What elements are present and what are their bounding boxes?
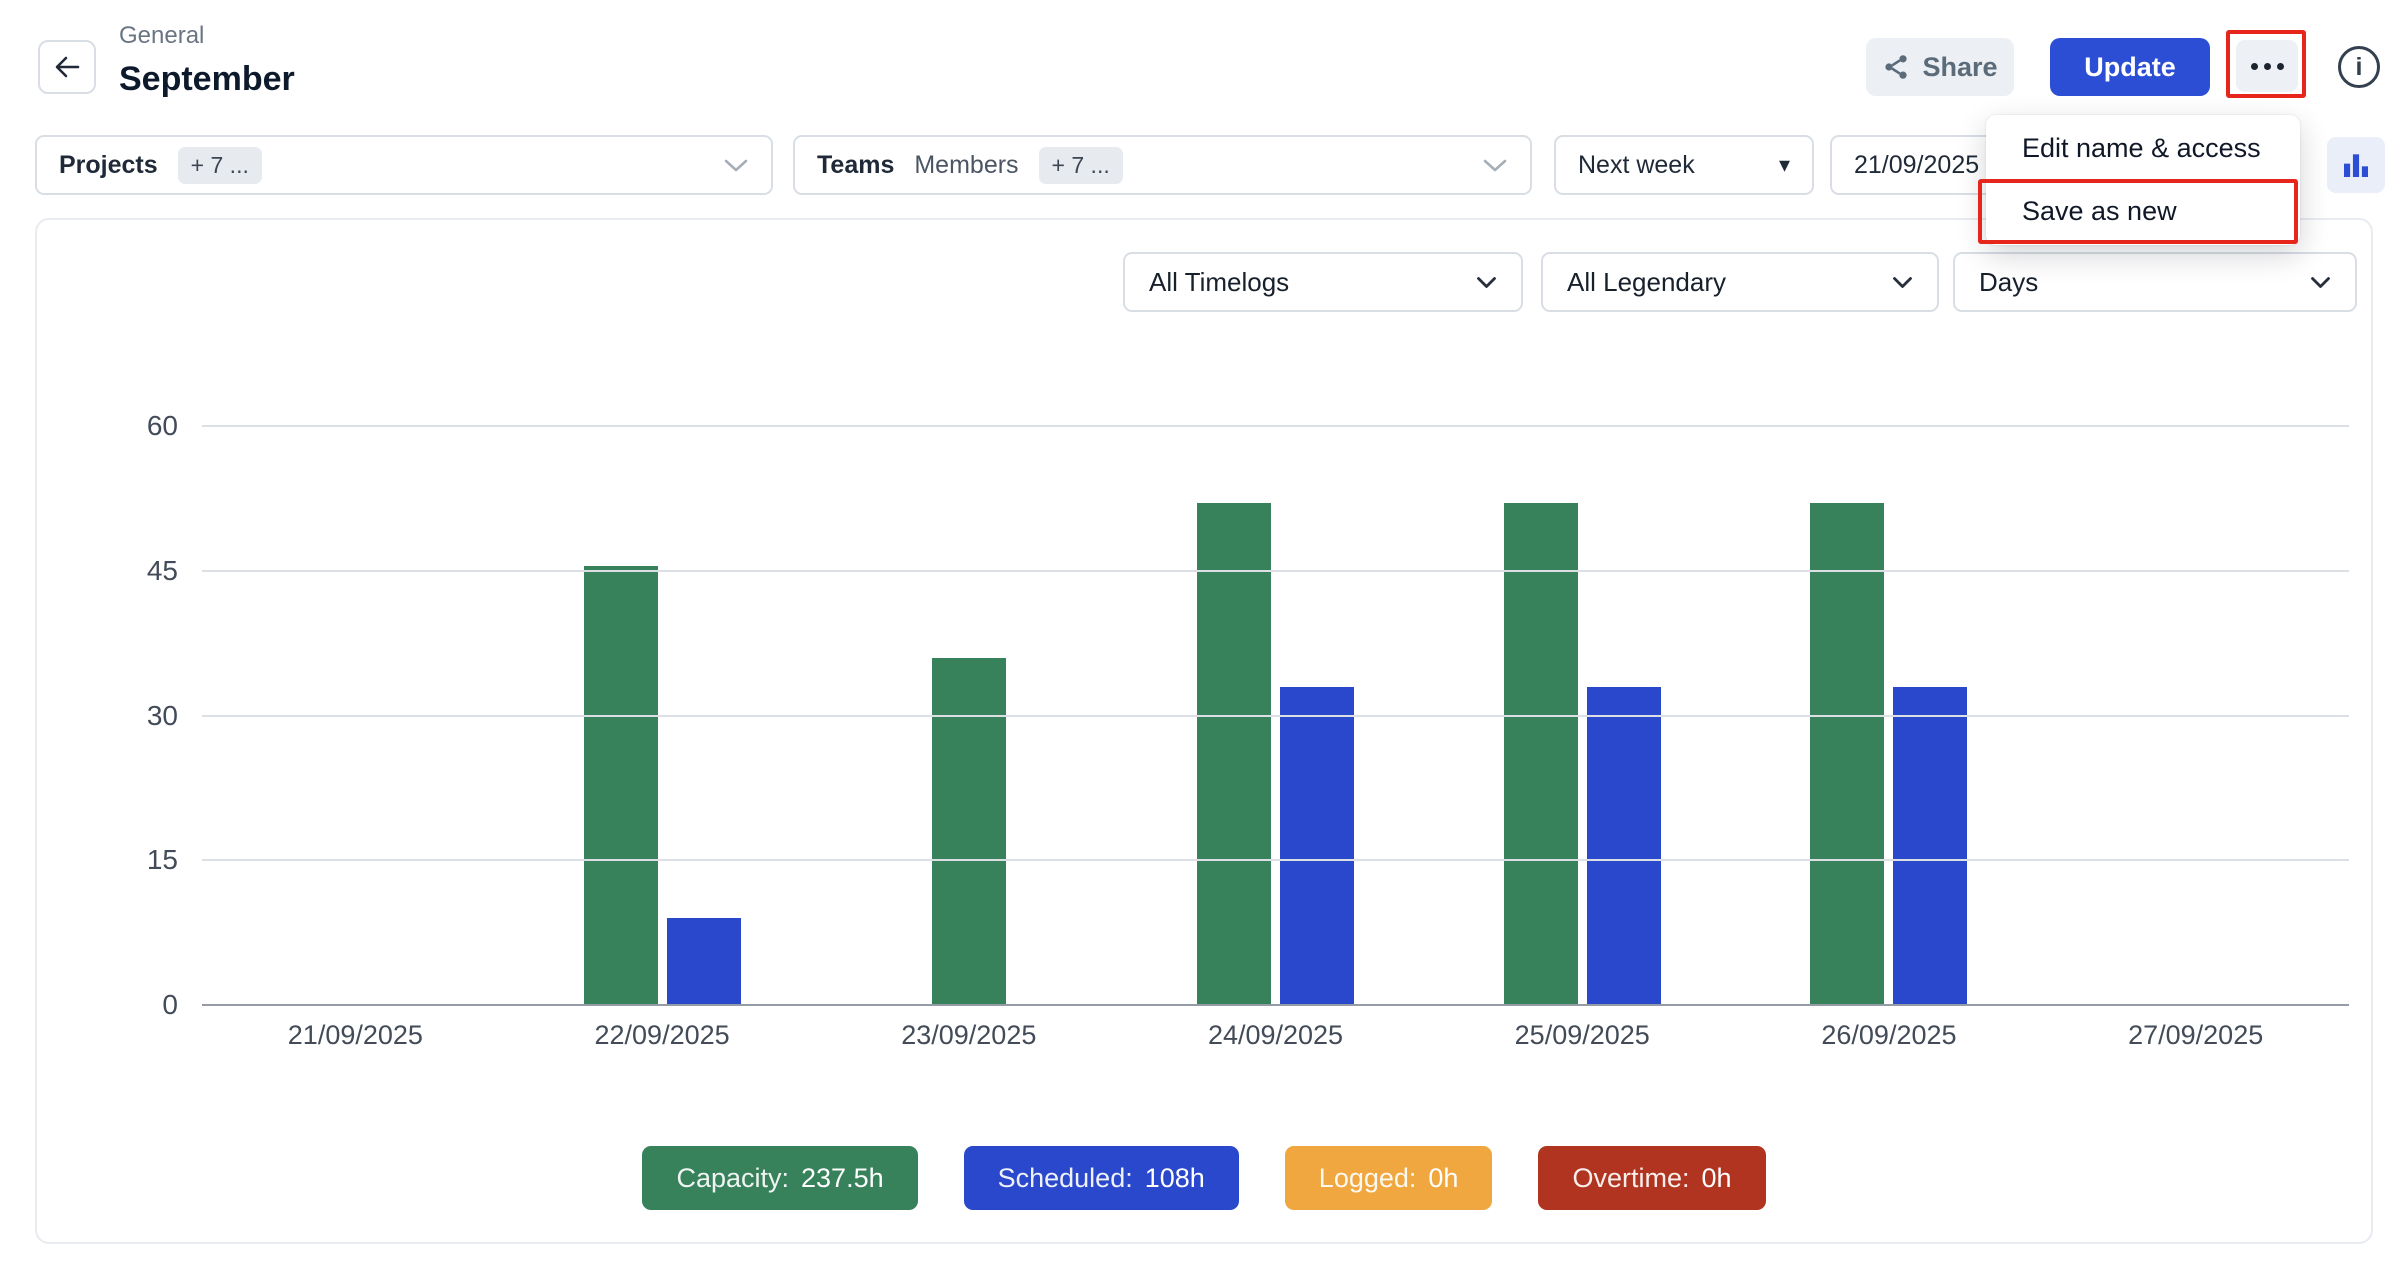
- legend-label: Scheduled:: [998, 1163, 1133, 1194]
- chevron-down-icon: [1482, 158, 1508, 173]
- teams-filter-label: Teams: [817, 151, 894, 180]
- y-tick-label: 45: [147, 555, 178, 587]
- timelogs-dropdown-value: All Timelogs: [1149, 267, 1289, 298]
- x-tick-label: 27/09/2025: [2042, 1020, 2349, 1051]
- bar-capacity: [584, 566, 658, 1005]
- info-icon[interactable]: i: [2338, 46, 2380, 88]
- projects-filter-dropdown[interactable]: Projects + 7 ...: [35, 135, 773, 195]
- bar-capacity: [932, 658, 1006, 1005]
- context-menu: Edit name & access Save as new: [1986, 115, 2300, 245]
- legend-label: Logged:: [1319, 1163, 1417, 1194]
- timelogs-dropdown[interactable]: All Timelogs: [1123, 252, 1523, 312]
- legend-value: 108h: [1145, 1163, 1205, 1194]
- share-icon: [1882, 53, 1910, 81]
- granularity-dropdown-value: Days: [1979, 267, 2038, 298]
- menu-item-edit-name-access[interactable]: Edit name & access: [1986, 117, 2300, 180]
- x-tick-label: 22/09/2025: [509, 1020, 816, 1051]
- teams-more-chip[interactable]: + 7 ...: [1039, 147, 1123, 184]
- ellipsis-icon: [2251, 63, 2284, 70]
- legend-scheduled-button[interactable]: Scheduled: 108h: [964, 1146, 1239, 1210]
- projects-more-chip[interactable]: + 7 ...: [178, 147, 262, 184]
- bar-capacity: [1197, 503, 1271, 1005]
- date-range-preset-value: Next week: [1578, 151, 1695, 180]
- legend-filter-dropdown-value: All Legendary: [1567, 267, 1726, 298]
- chart-legend: Capacity:237.5hScheduled:108hLogged:0hOv…: [37, 1146, 2371, 1210]
- x-tick-label: 24/09/2025: [1122, 1020, 1429, 1051]
- bar-chart-icon: [2339, 149, 2373, 181]
- teams-members-filter-dropdown[interactable]: Teams Members + 7 ...: [793, 135, 1532, 195]
- date-input-value: 21/09/2025: [1854, 151, 1979, 180]
- members-filter-label: Members: [914, 151, 1018, 180]
- bar-scheduled: [667, 918, 741, 1005]
- x-axis-line: [202, 1004, 2349, 1006]
- chevron-down-icon: [2310, 276, 2331, 289]
- legend-value: 0h: [1701, 1163, 1731, 1194]
- share-button[interactable]: Share: [1866, 38, 2014, 96]
- bar-capacity: [1504, 503, 1578, 1005]
- y-tick-label: 30: [147, 700, 178, 732]
- legend-label: Capacity:: [676, 1163, 789, 1194]
- bar-scheduled: [1280, 687, 1354, 1005]
- legend-capacity-button[interactable]: Capacity: 237.5h: [642, 1146, 917, 1210]
- y-tick-label: 60: [147, 410, 178, 442]
- bar-scheduled: [1587, 687, 1661, 1005]
- gridline: [202, 425, 2349, 427]
- x-axis-labels: 21/09/202522/09/202523/09/202524/09/2025…: [202, 1020, 2349, 1051]
- update-button[interactable]: Update: [2050, 38, 2210, 96]
- x-tick-label: 26/09/2025: [1736, 1020, 2043, 1051]
- gridline: [202, 859, 2349, 861]
- projects-filter-label: Projects: [59, 151, 158, 180]
- back-button[interactable]: [38, 40, 96, 94]
- x-tick-label: 25/09/2025: [1429, 1020, 1736, 1051]
- menu-item-save-as-new[interactable]: Save as new: [1986, 180, 2300, 243]
- page-title: September: [119, 60, 295, 99]
- more-options-button[interactable]: [2236, 40, 2298, 92]
- breadcrumb: General: [119, 22, 204, 50]
- caret-down-icon: ▾: [1779, 154, 1790, 176]
- chevron-down-icon: [1892, 276, 1913, 289]
- legend-value: 0h: [1428, 1163, 1458, 1194]
- gridline: [202, 570, 2349, 572]
- x-tick-label: 21/09/2025: [202, 1020, 509, 1051]
- arrow-left-icon: [52, 53, 82, 81]
- chevron-down-icon: [1476, 276, 1497, 289]
- x-tick-label: 23/09/2025: [815, 1020, 1122, 1051]
- granularity-dropdown[interactable]: Days: [1953, 252, 2357, 312]
- legend-value: 237.5h: [801, 1163, 884, 1194]
- share-label: Share: [1922, 52, 1997, 83]
- bar-scheduled: [1893, 687, 1967, 1005]
- legend-filter-dropdown[interactable]: All Legendary: [1541, 252, 1939, 312]
- legend-logged-button[interactable]: Logged: 0h: [1285, 1146, 1493, 1210]
- chart-card: All Timelogs All Legendary Days 01530456…: [35, 218, 2373, 1244]
- legend-label: Overtime:: [1572, 1163, 1689, 1194]
- bar-capacity: [1810, 503, 1884, 1005]
- y-tick-label: 0: [162, 989, 178, 1021]
- y-tick-label: 15: [147, 844, 178, 876]
- chevron-down-icon: [723, 158, 749, 173]
- date-range-preset-dropdown[interactable]: Next week ▾: [1554, 135, 1814, 195]
- legend-overtime-button[interactable]: Overtime: 0h: [1538, 1146, 1765, 1210]
- bar-chart: 015304560: [202, 426, 2349, 1005]
- chart-view-button[interactable]: [2327, 137, 2385, 193]
- gridline: [202, 715, 2349, 717]
